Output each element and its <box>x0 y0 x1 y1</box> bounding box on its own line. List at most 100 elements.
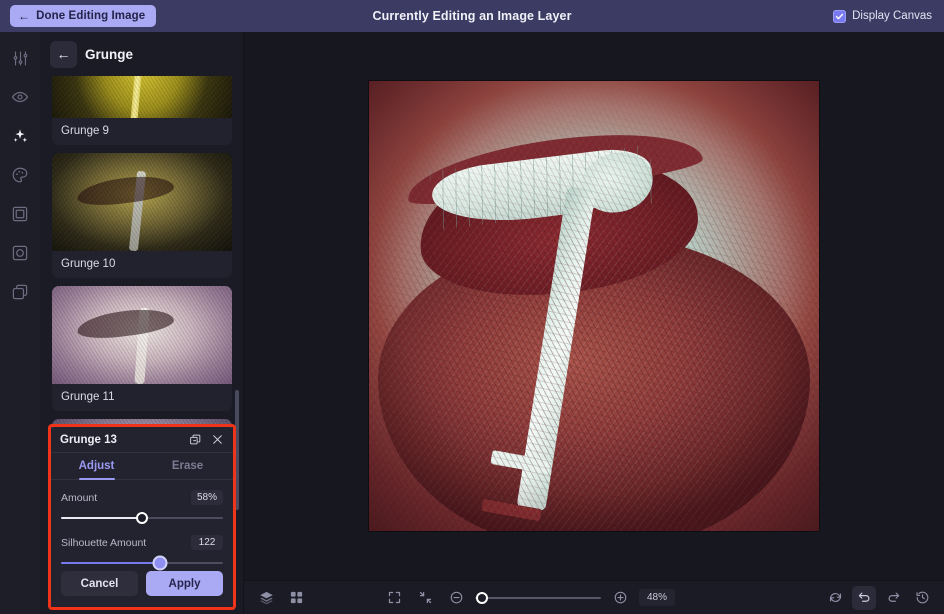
popup-tabs: Adjust Erase <box>51 453 233 480</box>
zoom-slider-thumb[interactable] <box>476 591 488 604</box>
bottom-center-group: 48% <box>382 586 675 610</box>
thumbnail-grain-overlay <box>52 286 232 384</box>
sparkles-icon <box>13 129 28 143</box>
rail-item-preview[interactable] <box>7 84 33 110</box>
layers-icon <box>259 591 273 605</box>
panel-back-button[interactable]: ← <box>50 40 77 68</box>
silhouette-amount-row: Silhouette Amount 122 <box>61 535 223 550</box>
amount-slider-thumb[interactable] <box>136 512 148 524</box>
done-editing-image-label: Done Editing Image <box>36 10 146 22</box>
undo-button[interactable] <box>852 585 876 610</box>
bottom-right-group <box>823 585 934 610</box>
check-icon <box>835 13 844 19</box>
grid-icon <box>290 591 302 604</box>
silhouette-amount-label: Silhouette Amount <box>61 536 147 549</box>
amount-row: Amount 58% <box>61 490 223 505</box>
frame-icon <box>12 206 28 222</box>
zoom-slider-track <box>475 596 601 599</box>
shrink-button[interactable] <box>413 586 437 610</box>
zoom-in-button[interactable] <box>608 586 632 610</box>
preset-thumbnail <box>52 286 232 384</box>
redo-button[interactable] <box>881 586 905 610</box>
amount-slider-fill <box>61 517 142 519</box>
silhouette-amount-value[interactable]: 122 <box>191 535 223 550</box>
bottom-toolbar: 48% <box>244 580 944 614</box>
thumbnail-grain-overlay <box>52 76 232 118</box>
layers-button[interactable] <box>254 586 278 610</box>
rail-item-adjustments[interactable] <box>7 45 33 71</box>
rail-item-duplicate-layer[interactable] <box>7 279 33 305</box>
cancel-button[interactable]: Cancel <box>61 571 138 596</box>
shrink-icon <box>419 591 431 604</box>
rail-item-color[interactable] <box>7 162 33 188</box>
preset-card-grunge-10[interactable]: Grunge 10 <box>52 153 232 278</box>
zoom-out-icon <box>450 591 462 604</box>
preset-label: Grunge 9 <box>61 125 109 137</box>
display-canvas-toggle[interactable]: Display Canvas <box>833 9 932 23</box>
history-button[interactable] <box>910 586 934 610</box>
close-icon[interactable] <box>211 433 224 446</box>
reset-icon <box>829 593 841 602</box>
display-canvas-label: Display Canvas <box>852 10 932 22</box>
vignette-icon <box>12 245 28 261</box>
rail-item-vignette[interactable] <box>7 240 33 266</box>
rail-item-frame[interactable] <box>7 201 33 227</box>
back-arrow-icon: ← <box>18 9 31 23</box>
eye-icon <box>11 91 29 103</box>
zoom-slider[interactable] <box>475 591 601 605</box>
undo-icon <box>858 592 869 602</box>
preset-scrollbar-track[interactable] <box>235 82 239 602</box>
adjustments-icon <box>13 51 27 65</box>
preset-card-grunge-9[interactable]: Grunge 9 <box>52 76 232 145</box>
panel-back-arrow-icon: ← <box>56 46 71 62</box>
canvas-image[interactable] <box>369 81 819 531</box>
display-canvas-checkbox[interactable] <box>833 9 847 23</box>
preset-scrollbar-thumb[interactable] <box>235 390 239 510</box>
fit-screen-button[interactable] <box>382 586 406 610</box>
preset-panel-header: ← Grunge <box>40 32 243 76</box>
preset-label: Grunge 11 <box>61 391 115 403</box>
done-editing-image-button[interactable]: ← Done Editing Image <box>10 5 157 27</box>
canvas-image-vignette <box>369 81 819 531</box>
preset-thumbnail <box>52 153 232 251</box>
tab-erase-label: Erase <box>171 460 204 472</box>
silhouette-slider-thumb[interactable] <box>152 555 168 571</box>
tool-rail <box>0 32 40 614</box>
tab-erase[interactable]: Erase <box>142 453 233 479</box>
thumbnail-grain-overlay <box>52 153 232 251</box>
preset-label: Grunge 10 <box>61 258 116 270</box>
popup-header: Grunge 13 <box>51 427 233 454</box>
canvas-stage[interactable] <box>244 32 944 580</box>
amount-value[interactable]: 58% <box>190 490 223 505</box>
amount-slider[interactable] <box>61 512 223 524</box>
popup-header-actions <box>189 433 224 446</box>
fit-screen-icon <box>388 591 400 604</box>
zoom-level-value[interactable]: 48% <box>639 589 675 606</box>
popup-buttons: Cancel Apply <box>51 571 233 607</box>
preset-thumbnail <box>52 76 232 118</box>
history-icon <box>915 591 928 604</box>
popup-controls: Amount 58% Silhouette Amount 122 <box>51 480 233 571</box>
reset-button[interactable] <box>823 586 847 610</box>
redo-icon <box>888 592 899 602</box>
zoom-in-icon <box>614 591 626 604</box>
popup-title: Grunge 13 <box>60 433 117 446</box>
rail-item-effects[interactable] <box>7 123 33 149</box>
panel-title: Grunge <box>85 46 134 62</box>
tab-adjust[interactable]: Adjust <box>51 453 142 479</box>
palette-icon <box>12 167 28 183</box>
image-editor-app: ← Done Editing Image Currently Editing a… <box>0 0 944 614</box>
bottom-left-group <box>254 586 308 610</box>
tab-adjust-label: Adjust <box>78 460 115 472</box>
grid-button[interactable] <box>284 586 308 610</box>
layers-duplicate-icon <box>12 284 28 300</box>
top-bar: ← Done Editing Image Currently Editing a… <box>0 0 944 32</box>
silhouette-amount-slider[interactable] <box>61 555 223 571</box>
duplicate-icon[interactable] <box>189 433 202 446</box>
silhouette-slider-fill <box>61 562 160 564</box>
amount-label: Amount <box>61 491 98 504</box>
zoom-out-button[interactable] <box>444 586 468 610</box>
preset-edit-popup: Grunge 13 Adjust Erase Amount 58% Silhou… <box>51 427 233 607</box>
apply-button[interactable]: Apply <box>146 571 223 596</box>
preset-card-grunge-11[interactable]: Grunge 11 <box>52 286 232 411</box>
